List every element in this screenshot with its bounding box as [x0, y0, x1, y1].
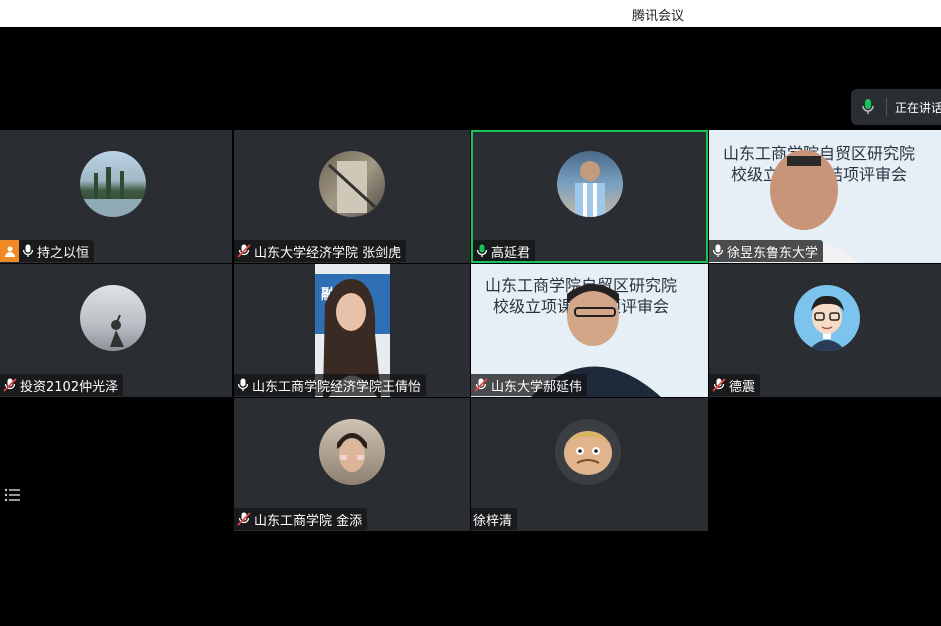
- avatar: [557, 151, 623, 217]
- video-tile[interactable]: 山东大学经济学院 张剑虎: [234, 130, 470, 263]
- avatar: [80, 285, 146, 351]
- mic-icon: [862, 99, 874, 114]
- participant-name: 山东大学经济学院 张剑虎: [254, 245, 402, 261]
- video-tile[interactable]: 投资2102仲光泽: [0, 264, 232, 397]
- participant-name: 徐昱东鲁东大学: [727, 245, 819, 261]
- person-icon: [0, 240, 19, 262]
- avatar: [319, 151, 385, 217]
- cartoon-avatar-image: [564, 431, 612, 475]
- avatar: [319, 419, 385, 485]
- video-tile[interactable]: 山东工商学院自贸区研究院 校级立项课题结项评审会 徐昱东鲁东大学: [709, 130, 941, 263]
- speaking-label: 正在讲话: [895, 101, 941, 115]
- mic-icon: [237, 378, 249, 391]
- list-icon[interactable]: [3, 486, 23, 504]
- video-tile[interactable]: 持之以恒: [0, 130, 232, 263]
- avatar: [555, 419, 621, 485]
- participant-namebar: 投资2102仲光泽: [0, 374, 124, 396]
- video-tile[interactable]: 德震: [709, 264, 941, 397]
- avatar: [80, 151, 146, 217]
- mic-icon: [712, 244, 724, 257]
- participant-namebar: 高延君: [473, 240, 536, 261]
- silhouette-image: [110, 314, 124, 347]
- participant-namebar: 德震: [709, 374, 761, 396]
- participant-namebar: 徐梓清: [471, 508, 518, 530]
- window-title: 腾讯会议: [632, 9, 685, 24]
- video-tile[interactable]: 山东工商学院 金添: [234, 398, 470, 531]
- divider: [886, 98, 887, 116]
- participant-name: 徐梓清: [473, 513, 513, 529]
- clothing-image: [327, 161, 377, 213]
- trees-image: [80, 167, 146, 217]
- video-tile-active[interactable]: 高延君: [471, 130, 708, 263]
- mic-muted-icon: [474, 378, 488, 392]
- mic-icon: [22, 244, 34, 257]
- mic-icon: [476, 244, 488, 257]
- participant-namebar: 持之以恒: [0, 240, 95, 262]
- video-tile[interactable]: 融科 防 山东工商学院经济学院王倩怡: [234, 264, 470, 397]
- participant-namebar: 山东工商学院经济学院王倩怡: [234, 374, 427, 396]
- participant-name: 持之以恒: [37, 245, 90, 261]
- mic-muted-icon: [237, 512, 251, 526]
- avatar: [794, 285, 860, 351]
- video-tile[interactable]: 徐梓清: [471, 398, 708, 531]
- participant-namebar: 山东大学郝延伟: [471, 374, 588, 396]
- athlete-image: [575, 161, 605, 217]
- participant-name: 投资2102仲光泽: [20, 379, 119, 395]
- speaking-indicator[interactable]: 正在讲话: [851, 89, 941, 125]
- participant-name: 德震: [729, 379, 756, 395]
- video-tile[interactable]: 山东工商学院自贸区研究院 校级立项课题结项评审会 山东大学郝延伟: [471, 264, 708, 397]
- participant-namebar: 山东大学经济学院 张剑虎: [234, 240, 407, 262]
- participant-name: 山东工商学院 金添: [254, 513, 363, 529]
- participant-namebar: 山东工商学院 金添: [234, 508, 368, 530]
- participant-name: 山东工商学院经济学院王倩怡: [252, 379, 422, 395]
- cartoon-avatar-image: [808, 295, 846, 351]
- participant-namebar: 徐昱东鲁东大学: [709, 240, 824, 262]
- mic-muted-icon: [712, 378, 726, 392]
- participant-name: 山东大学郝延伟: [491, 379, 583, 395]
- participant-name: 高延君: [491, 245, 531, 261]
- mic-muted-icon: [3, 378, 17, 392]
- mic-muted-icon: [237, 244, 251, 258]
- portrait-image: [337, 433, 367, 472]
- title-bar: 腾讯会议: [0, 0, 941, 27]
